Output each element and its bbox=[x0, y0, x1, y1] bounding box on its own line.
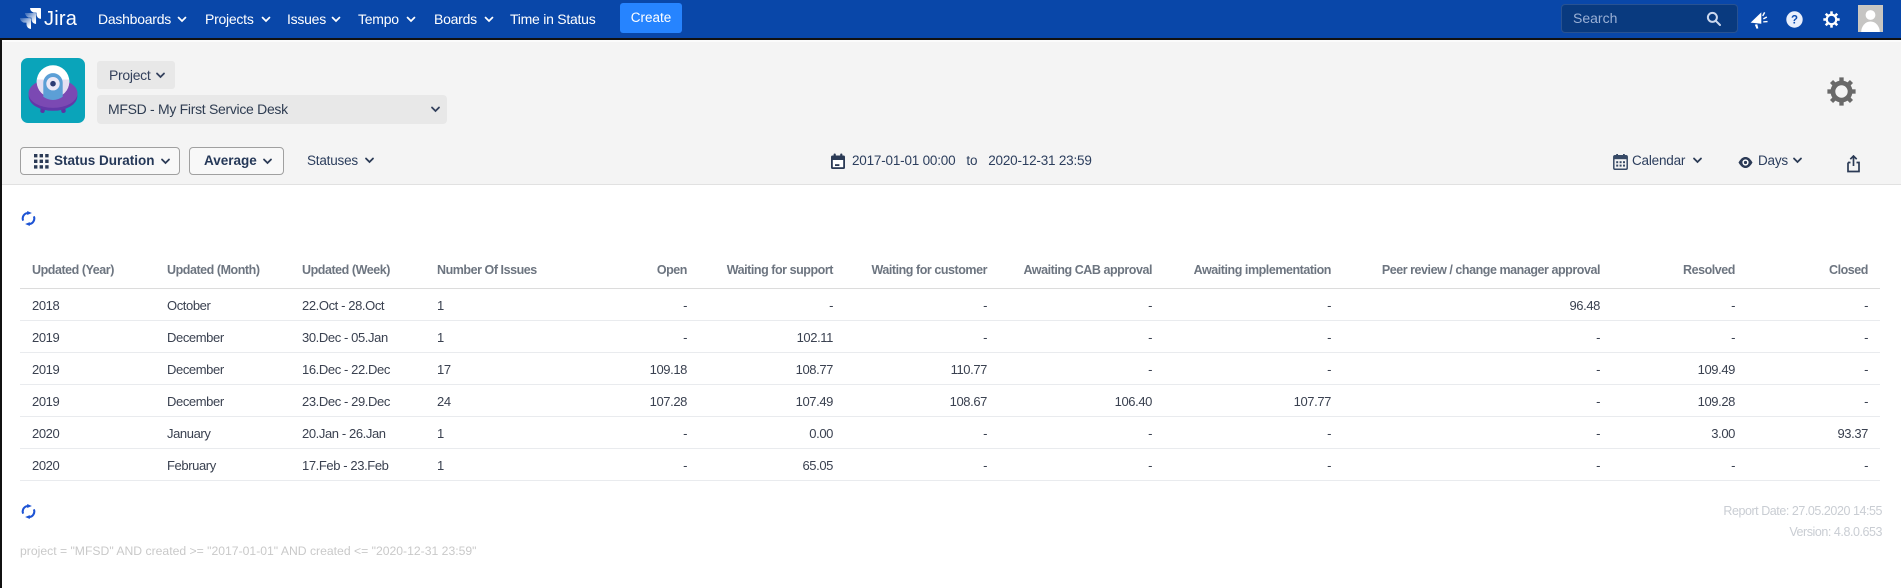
svg-text:?: ? bbox=[1791, 15, 1798, 27]
